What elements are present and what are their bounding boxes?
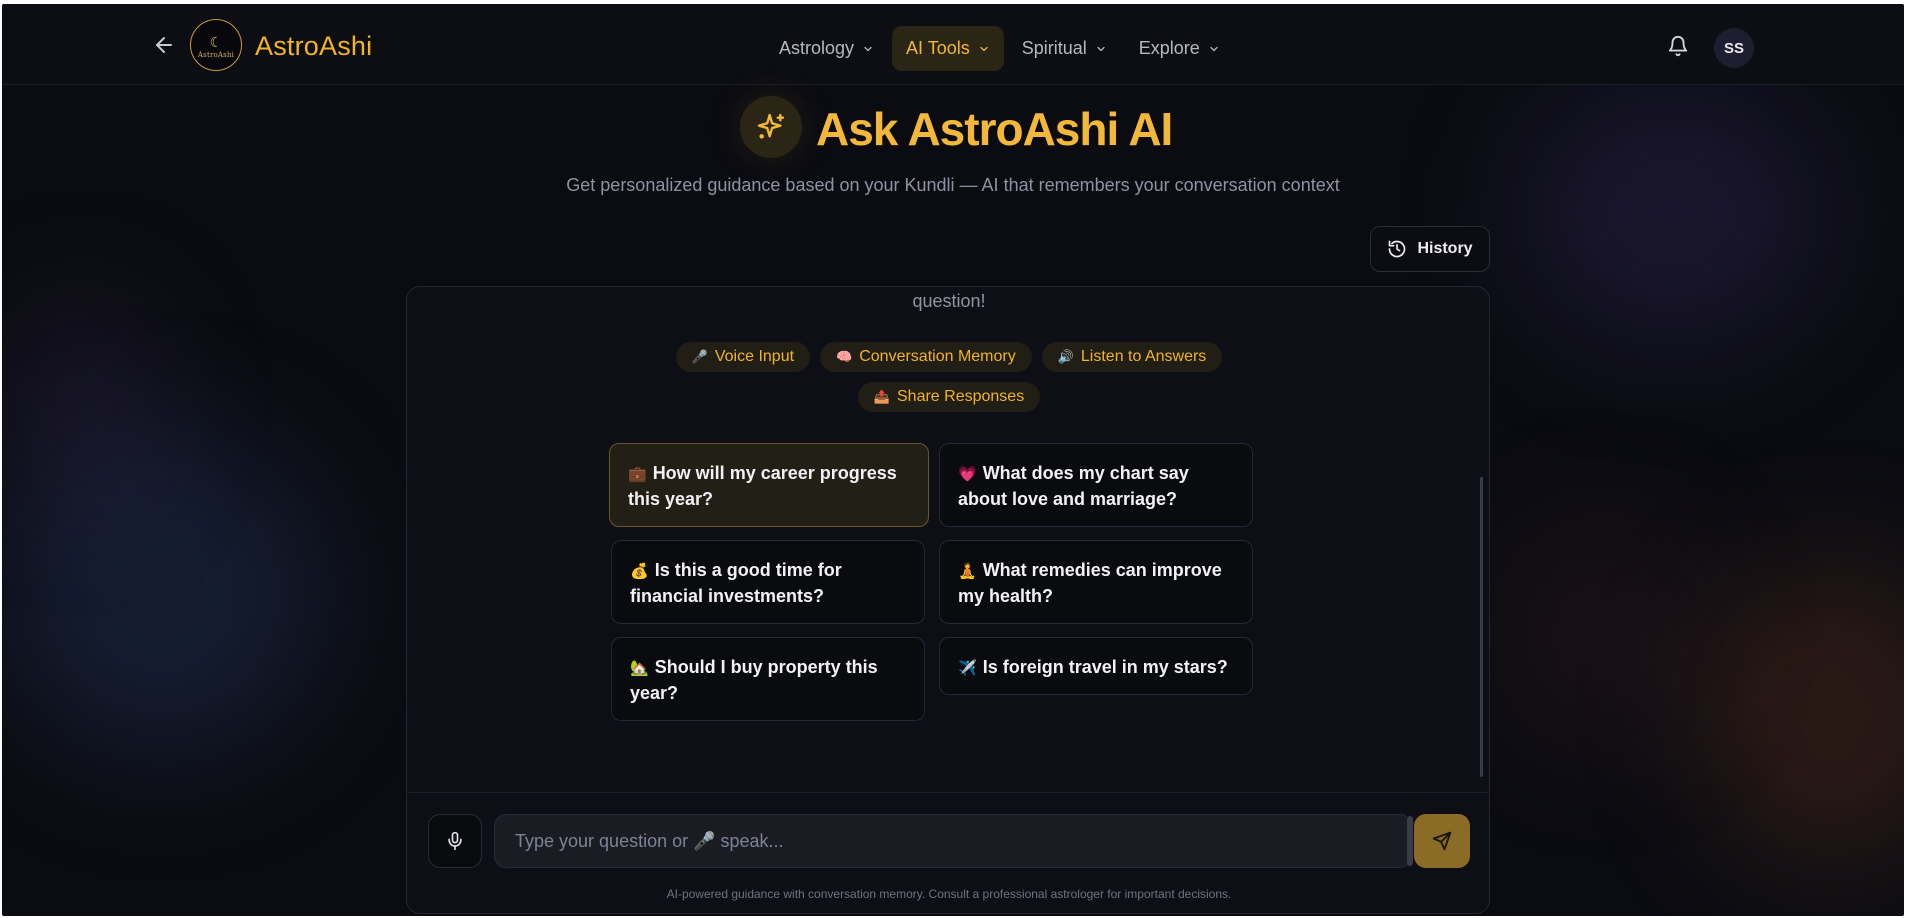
app-window: ☾ AstroAshi AstroAshi Astrology AI Tools… — [2, 4, 1904, 916]
page-subtitle: Get personalized guidance based on your … — [566, 175, 1340, 195]
chevron-down-icon — [864, 46, 872, 51]
background-glow — [1522, 84, 1822, 344]
sparkles-icon — [740, 96, 802, 158]
back-arrow-icon[interactable] — [152, 33, 176, 57]
feature-chip-share-responses: 📤 Share Responses — [857, 382, 1041, 412]
nav-ai-tools[interactable]: AI Tools — [892, 26, 1004, 71]
suggestion-property[interactable]: 🏡 Should I buy property this year? — [611, 637, 925, 721]
suggestion-text: How will my career progress this year? — [628, 463, 897, 509]
voice-input-button[interactable] — [428, 814, 482, 868]
chevron-down-icon — [1097, 46, 1105, 51]
background-glow — [1702, 564, 1904, 864]
suggestion-finance[interactable]: 💰 Is this a good time for financial inves… — [611, 540, 925, 624]
nav-spiritual[interactable]: Spiritual — [1008, 26, 1121, 71]
disclaimer-text: AI-powered guidance with conversation me… — [666, 887, 1232, 901]
speaker-icon: 🔊 — [1057, 349, 1074, 364]
chat-scrollbar-thumb[interactable] — [1480, 477, 1483, 777]
logo-text: AstroAshi — [197, 51, 235, 59]
chip-label: Share Responses — [897, 388, 1025, 405]
suggestion-text: What does my chart say about love and ma… — [958, 463, 1189, 509]
chat-input-area: AI-powered guidance with conversation me… — [407, 792, 1489, 913]
chip-label: Voice Input — [714, 348, 795, 365]
nav-label: Explore — [1138, 38, 1200, 58]
share-icon: 📤 — [873, 389, 890, 404]
feature-chips: 🎤 Voice Input 🧠 Conversation Memory 🔊 Li… — [407, 342, 1489, 422]
money-bag-icon: 💰 — [630, 563, 649, 580]
feature-chip-conversation-memory: 🧠 Conversation Memory — [820, 342, 1032, 372]
microphone-icon: 🎤 — [691, 349, 708, 364]
chip-label: Listen to Answers — [1080, 348, 1207, 365]
chevron-down-icon — [980, 46, 988, 51]
intro-text: question! — [912, 291, 986, 311]
background-glow — [2, 434, 322, 754]
user-avatar[interactable]: SS — [1714, 28, 1754, 68]
meditation-icon: 🧘 — [958, 563, 977, 580]
nav-explore[interactable]: Explore — [1125, 26, 1234, 71]
background-glow — [12, 304, 152, 504]
nav-label: Spiritual — [1021, 38, 1087, 58]
background-glow — [1502, 524, 1702, 744]
question-input[interactable] — [494, 814, 1412, 868]
nav-label: Astrology — [779, 38, 855, 58]
history-button[interactable]: History — [1370, 226, 1490, 272]
suggestion-text: What remedies can improve my health? — [958, 560, 1222, 606]
logo[interactable]: ☾ AstroAshi — [190, 19, 242, 71]
microphone-icon — [448, 831, 462, 851]
suggestion-travel[interactable]: ✈️ Is foreign travel in my stars? — [939, 637, 1253, 695]
brain-icon: 🧠 — [836, 349, 853, 364]
suggestion-text: Is this a good time for financial invest… — [630, 560, 842, 606]
briefcase-icon: 💼 — [628, 466, 647, 483]
chat-panel: question! 🎤 Voice Input 🧠 Conversation M… — [406, 286, 1490, 914]
bell-icon[interactable] — [1667, 35, 1689, 57]
chip-label: Conversation Memory — [859, 348, 1016, 365]
history-label: History — [1417, 240, 1473, 257]
top-navigation-bar: ☾ AstroAshi AstroAshi Astrology AI Tools… — [2, 4, 1904, 85]
nav-astrology[interactable]: Astrology — [765, 26, 888, 71]
send-icon — [1432, 831, 1452, 851]
suggestion-health[interactable]: 🧘 What remedies can improve my health? — [939, 540, 1253, 624]
nav-label: AI Tools — [906, 38, 970, 58]
input-scrollbar — [1407, 816, 1413, 866]
heart-icon: 💗 — [958, 466, 977, 483]
suggestion-text: Is foreign travel in my stars? — [982, 657, 1228, 677]
feature-chip-listen-to-answers: 🔊 Listen to Answers — [1041, 342, 1223, 372]
airplane-icon: ✈️ — [958, 660, 977, 677]
house-icon: 🏡 — [630, 660, 649, 677]
send-button[interactable] — [1414, 814, 1470, 868]
suggestion-love[interactable]: 💗 What does my chart say about love and m… — [939, 443, 1253, 527]
suggestion-text: Should I buy property this year? — [630, 657, 878, 703]
page-title: Ask AstroAshi AI — [816, 103, 1173, 155]
main-nav: Astrology AI Tools Spiritual Explore — [765, 26, 1234, 71]
suggestion-career[interactable]: 💼 How will my career progress this year? — [609, 443, 929, 527]
brand-name[interactable]: AstroAshi — [255, 31, 372, 62]
history-icon — [1389, 240, 1406, 258]
chevron-down-icon — [1210, 46, 1218, 51]
feature-chip-voice-input: 🎤 Voice Input — [675, 342, 811, 372]
crescent-moon-icon: ☾ — [209, 34, 223, 50]
